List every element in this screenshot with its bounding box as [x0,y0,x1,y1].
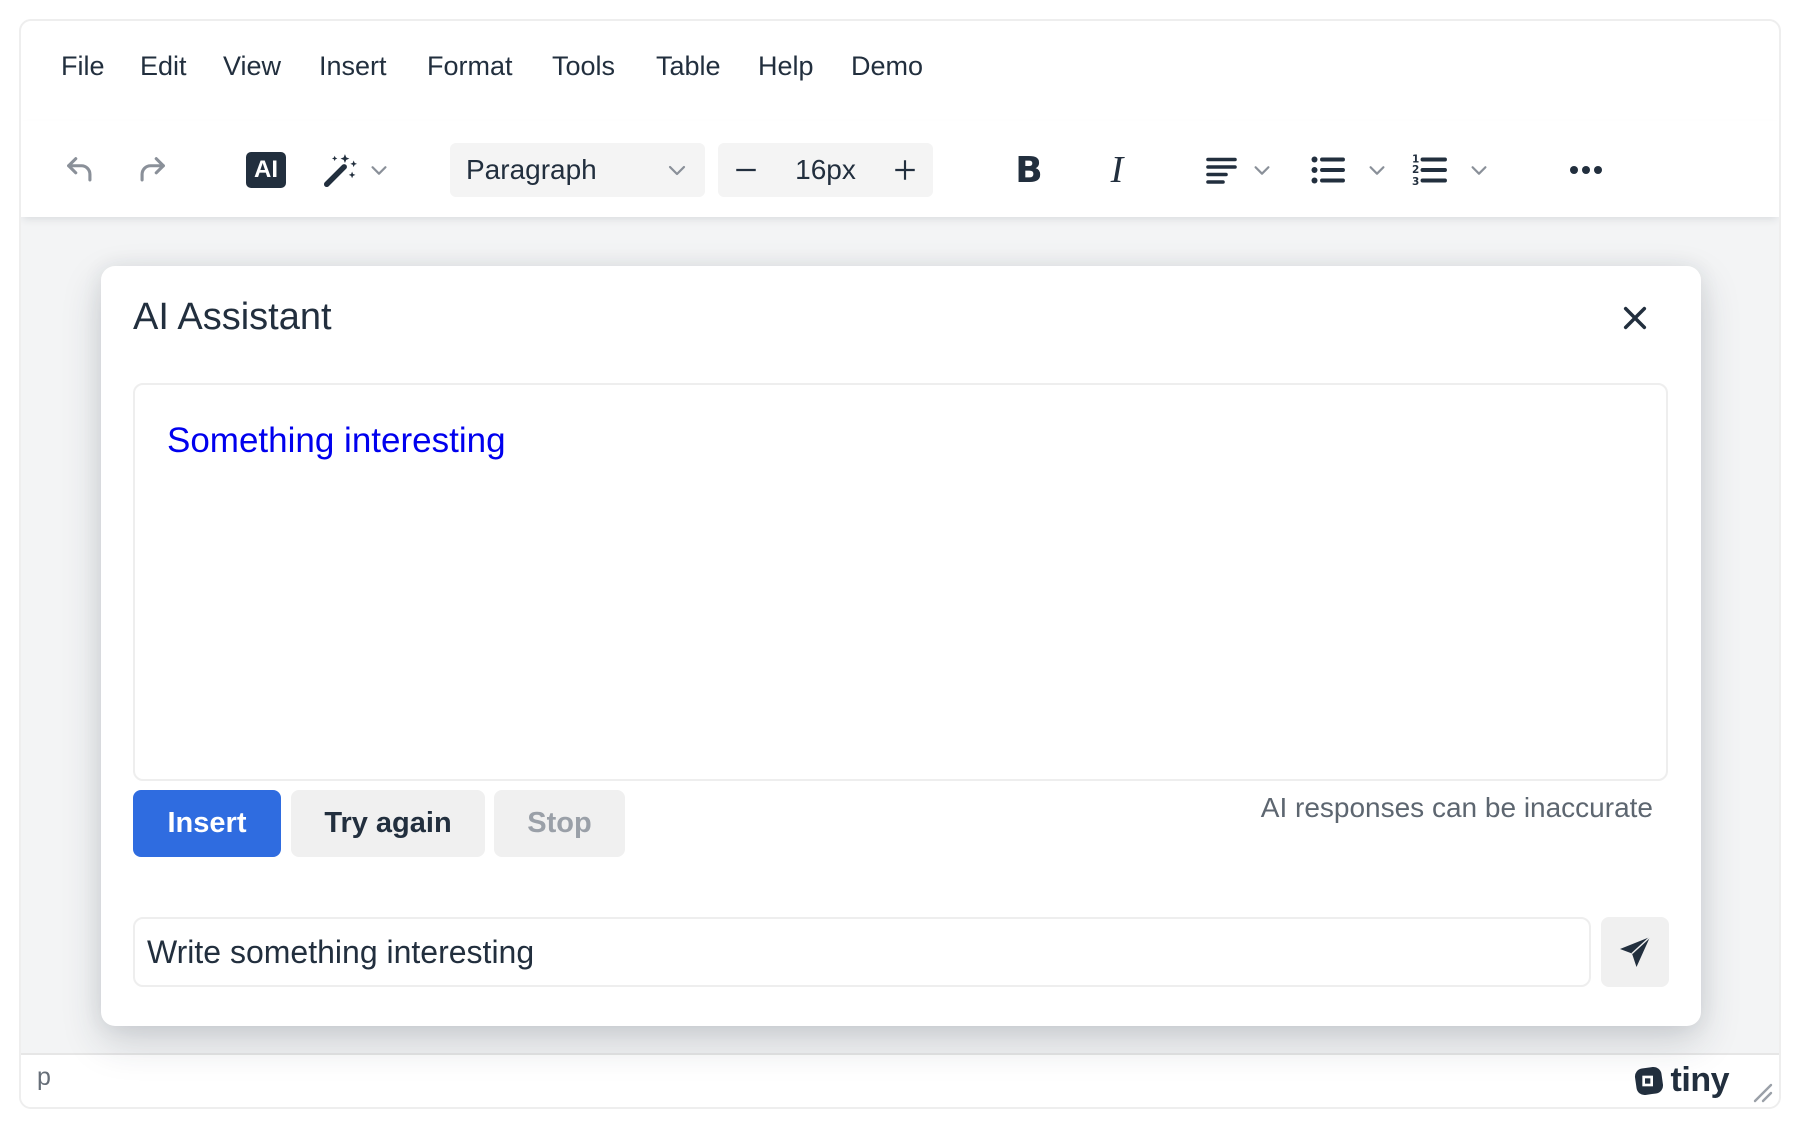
menu-edit[interactable]: Edit [140,51,187,82]
more-button[interactable] [1561,143,1611,197]
magic-wand-icon [323,154,357,188]
menu-format[interactable]: Format [427,51,513,82]
block-format-select[interactable]: Paragraph [450,143,705,197]
menu-help[interactable]: Help [758,51,814,82]
send-button[interactable] [1601,917,1669,987]
element-path[interactable]: p [37,1063,51,1092]
ai-icon: AI [246,152,286,188]
more-horizontal-icon [1570,166,1602,174]
ai-response-preview: Something interesting [133,383,1668,781]
bullet-list-split-button[interactable] [1301,143,1397,197]
undo-icon [67,157,92,182]
menu-view[interactable]: View [223,51,281,82]
redo-button[interactable] [129,143,175,197]
resize-handle-icon[interactable] [1751,1081,1773,1103]
font-size-stepper: 16px [718,143,933,197]
try-again-button[interactable]: Try again [291,790,485,857]
tiny-brand-text: tiny [1670,1061,1730,1099]
menu-file[interactable]: File [61,51,105,82]
decrease-font-size-button[interactable] [726,150,766,190]
ai-shortcuts-button[interactable] [311,143,401,197]
svg-text:3: 3 [1412,176,1419,188]
menu-tools[interactable]: Tools [552,51,615,82]
close-button[interactable] [1615,298,1655,338]
chevron-down-icon [1254,166,1270,175]
chevron-down-icon [1471,166,1487,175]
menubar: File Edit View Insert Format Tools Table… [21,21,1779,121]
menu-demo[interactable]: Demo [851,51,923,82]
align-left-icon [1206,157,1237,184]
menu-insert[interactable]: Insert [319,51,387,82]
ai-assistant-button[interactable]: AI [243,143,289,197]
redo-icon [140,157,165,182]
stop-button[interactable]: Stop [494,790,625,857]
chevron-down-icon [1369,166,1385,175]
menu-table[interactable]: Table [656,51,721,82]
close-icon [1623,306,1647,330]
align-split-button[interactable] [1193,143,1285,197]
undo-button[interactable] [57,143,103,197]
chevron-down-icon [371,166,387,175]
bold-icon: B [1015,149,1043,191]
toolbar: AI Paragraph 16px B I 1 2 3 [21,121,1779,217]
send-icon [1620,936,1651,967]
block-format-value: Paragraph [466,154,597,185]
tiny-branding-link[interactable]: tiny [1633,1061,1730,1100]
bullet-list-icon [1311,156,1345,184]
minus-icon [736,168,756,172]
prompt-input[interactable] [133,917,1591,987]
numbered-list-icon: 123 [1412,154,1447,188]
italic-icon: I [1110,149,1124,191]
ai-disclaimer: AI responses can be inaccurate [1260,792,1653,823]
font-size-value[interactable]: 16px [795,154,856,186]
bold-button[interactable]: B [1006,143,1052,197]
italic-button[interactable]: I [1094,143,1140,197]
chevron-down-icon [668,165,686,176]
ai-assistant-dialog: AI Assistant Something interesting Inser… [101,266,1701,1026]
insert-button[interactable]: Insert [133,790,281,857]
dialog-title: AI Assistant [133,296,332,338]
ai-response-text: Something interesting [167,421,506,460]
svg-text:2: 2 [1412,164,1419,176]
tiny-logo-icon [1634,1066,1663,1095]
increase-font-size-button[interactable] [885,150,925,190]
numbered-list-split-button[interactable]: 123 [1403,143,1499,197]
statusbar: p tiny [21,1053,1779,1107]
plus-icon [895,160,915,180]
